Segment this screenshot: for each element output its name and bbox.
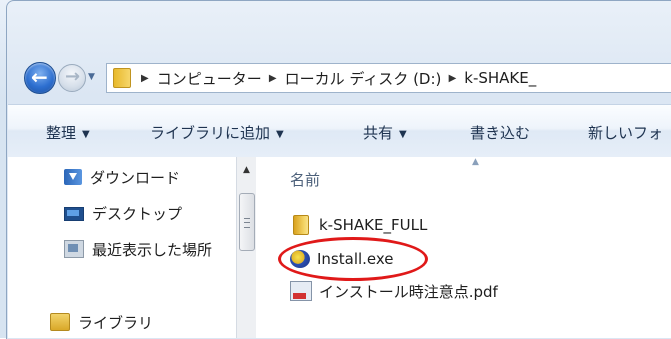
nav-item-label: 最近表示した場所 <box>92 240 213 259</box>
add-to-library-button[interactable]: ライブラリに追加 ▼ <box>150 122 284 143</box>
sort-ascending-icon: ▲ <box>472 157 479 167</box>
desktop-icon <box>64 207 84 221</box>
list-item-k-shake-full[interactable]: k-SHAKE_FULL <box>290 213 427 237</box>
forward-arrow-icon: → <box>65 66 81 87</box>
recent-pages-dropdown[interactable]: ▼ <box>88 72 95 82</box>
chevron-right-icon[interactable]: ▶ <box>445 73 457 84</box>
address-bar[interactable]: ▶ コンピューター ▶ ローカル ディスク (D:) ▶ k-SHAKE_ <box>106 63 671 93</box>
nav-item-label: ライブラリ <box>78 313 154 332</box>
navigation-pane: ダウンロード デスクトップ 最近表示した場所 ライブラリ <box>8 157 236 338</box>
breadcrumb-local-disk[interactable]: ローカル ディスク (D:) <box>285 68 442 89</box>
folder-icon <box>113 68 131 88</box>
folder-icon <box>293 215 309 235</box>
back-button[interactable]: ← <box>24 62 56 94</box>
nav-item-recent-places[interactable]: 最近表示した場所 <box>64 237 212 261</box>
chevron-down-icon: ▼ <box>399 129 407 140</box>
column-header-name[interactable]: 名前 <box>290 169 320 190</box>
add-to-library-label: ライブラリに追加 <box>150 124 271 142</box>
chevron-right-icon[interactable]: ▶ <box>266 73 277 84</box>
breadcrumb-computer[interactable]: コンピューター <box>157 68 262 89</box>
pdf-icon <box>290 281 312 301</box>
chevron-right-icon[interactable]: ▶ <box>141 73 149 84</box>
highlight-ellipse <box>278 237 428 281</box>
organize-button[interactable]: 整理 ▼ <box>46 122 90 143</box>
navigation-bar: ← → ▼ ▶ コンピューター ▶ ローカル ディスク (D:) ▶ k-SHA… <box>18 58 671 100</box>
nav-item-downloads[interactable]: ダウンロード <box>64 165 180 189</box>
file-name: インストール時注意点.pdf <box>319 282 498 301</box>
new-folder-label: 新しいフォ <box>588 124 664 142</box>
scroll-up-icon[interactable]: ▲ <box>237 161 256 179</box>
forward-button[interactable]: → <box>58 64 86 92</box>
file-name: k-SHAKE_FULL <box>319 216 428 234</box>
download-folder-icon <box>64 169 82 185</box>
nav-item-desktop[interactable]: デスクトップ <box>64 201 182 225</box>
nav-item-label: デスクトップ <box>92 204 183 223</box>
chevron-down-icon: ▼ <box>82 129 90 140</box>
breadcrumb-k-shake[interactable]: k-SHAKE_ <box>464 69 536 87</box>
new-folder-button[interactable]: 新しいフォ <box>588 122 663 143</box>
burn-label: 書き込む <box>470 124 531 142</box>
list-item-install-notes-pdf[interactable]: インストール時注意点.pdf <box>290 279 498 303</box>
nav-item-label: ダウンロード <box>90 168 181 187</box>
share-label: 共有 <box>363 124 394 142</box>
libraries-icon <box>50 313 70 331</box>
burn-button[interactable]: 書き込む <box>470 122 530 143</box>
back-arrow-icon: ← <box>31 65 48 89</box>
share-button[interactable]: 共有 ▼ <box>363 122 407 143</box>
scrollbar-thumb[interactable] <box>239 193 255 251</box>
nav-item-libraries[interactable]: ライブラリ <box>50 310 153 334</box>
chevron-down-icon: ▼ <box>276 129 284 140</box>
command-bar: 整理 ▼ ライブラリに追加 ▼ 共有 ▼ 書き込む 新しいフォ <box>8 104 671 158</box>
recent-places-icon <box>64 240 84 258</box>
navigation-pane-scrollbar[interactable]: ▲ <box>236 157 256 338</box>
grip-icon <box>244 218 250 228</box>
title-bar <box>8 0 671 55</box>
organize-label: 整理 <box>46 124 77 142</box>
